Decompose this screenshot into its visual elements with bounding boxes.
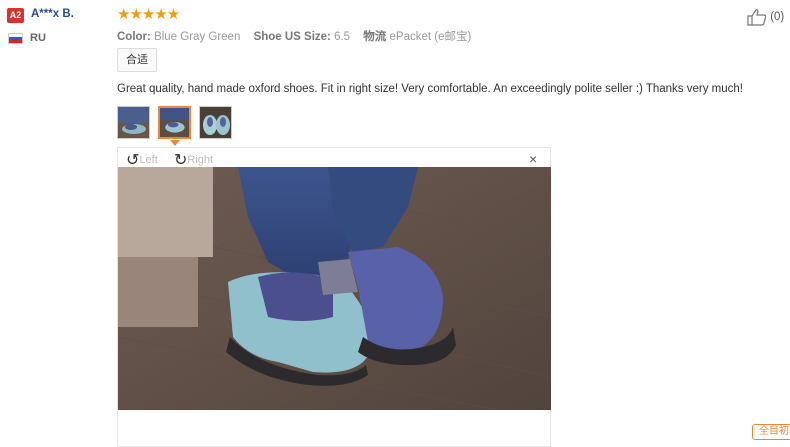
size-label: Shoe US Size: — [253, 31, 331, 43]
helpful-count: (0) — [770, 11, 785, 24]
reviewer-country: RU — [30, 32, 46, 44]
review-text: Great quality, hand made oxford shoes. F… — [117, 83, 743, 95]
color-value: Blue Gray Green — [154, 31, 241, 43]
rotate-left-label: Left — [139, 153, 158, 166]
shipping-label: 物流 — [363, 31, 387, 43]
corner-button[interactable]: 全目初 — [752, 424, 790, 440]
russia-flag-icon — [8, 33, 23, 44]
fit-tag: 合适 — [117, 48, 157, 72]
close-viewer-button[interactable]: × — [529, 151, 537, 167]
review-photo-thumbnail-3[interactable] — [199, 106, 232, 139]
reviewer-name: A***x B. — [31, 8, 74, 20]
review-photo-large — [118, 167, 551, 410]
helpful-button[interactable]: (0) — [747, 8, 784, 26]
rating-stars: ★★★★★ — [117, 6, 180, 23]
order-info: Color: Blue Gray Green Shoe US Size: 6.5… — [117, 28, 471, 44]
review-photo-thumbnail-2[interactable] — [158, 106, 191, 139]
rotate-right-label: Right — [187, 153, 214, 166]
reviewer-level-badge: A2 — [7, 8, 24, 23]
color-label: Color: — [117, 31, 151, 43]
review-photo-thumbnail-1[interactable] — [117, 106, 150, 139]
active-thumbnail-caret — [170, 140, 180, 146]
thumbs-up-icon — [747, 9, 767, 26]
shipping-value: ePacket (e邮宝) — [389, 31, 472, 43]
size-value: 6.5 — [334, 31, 351, 43]
